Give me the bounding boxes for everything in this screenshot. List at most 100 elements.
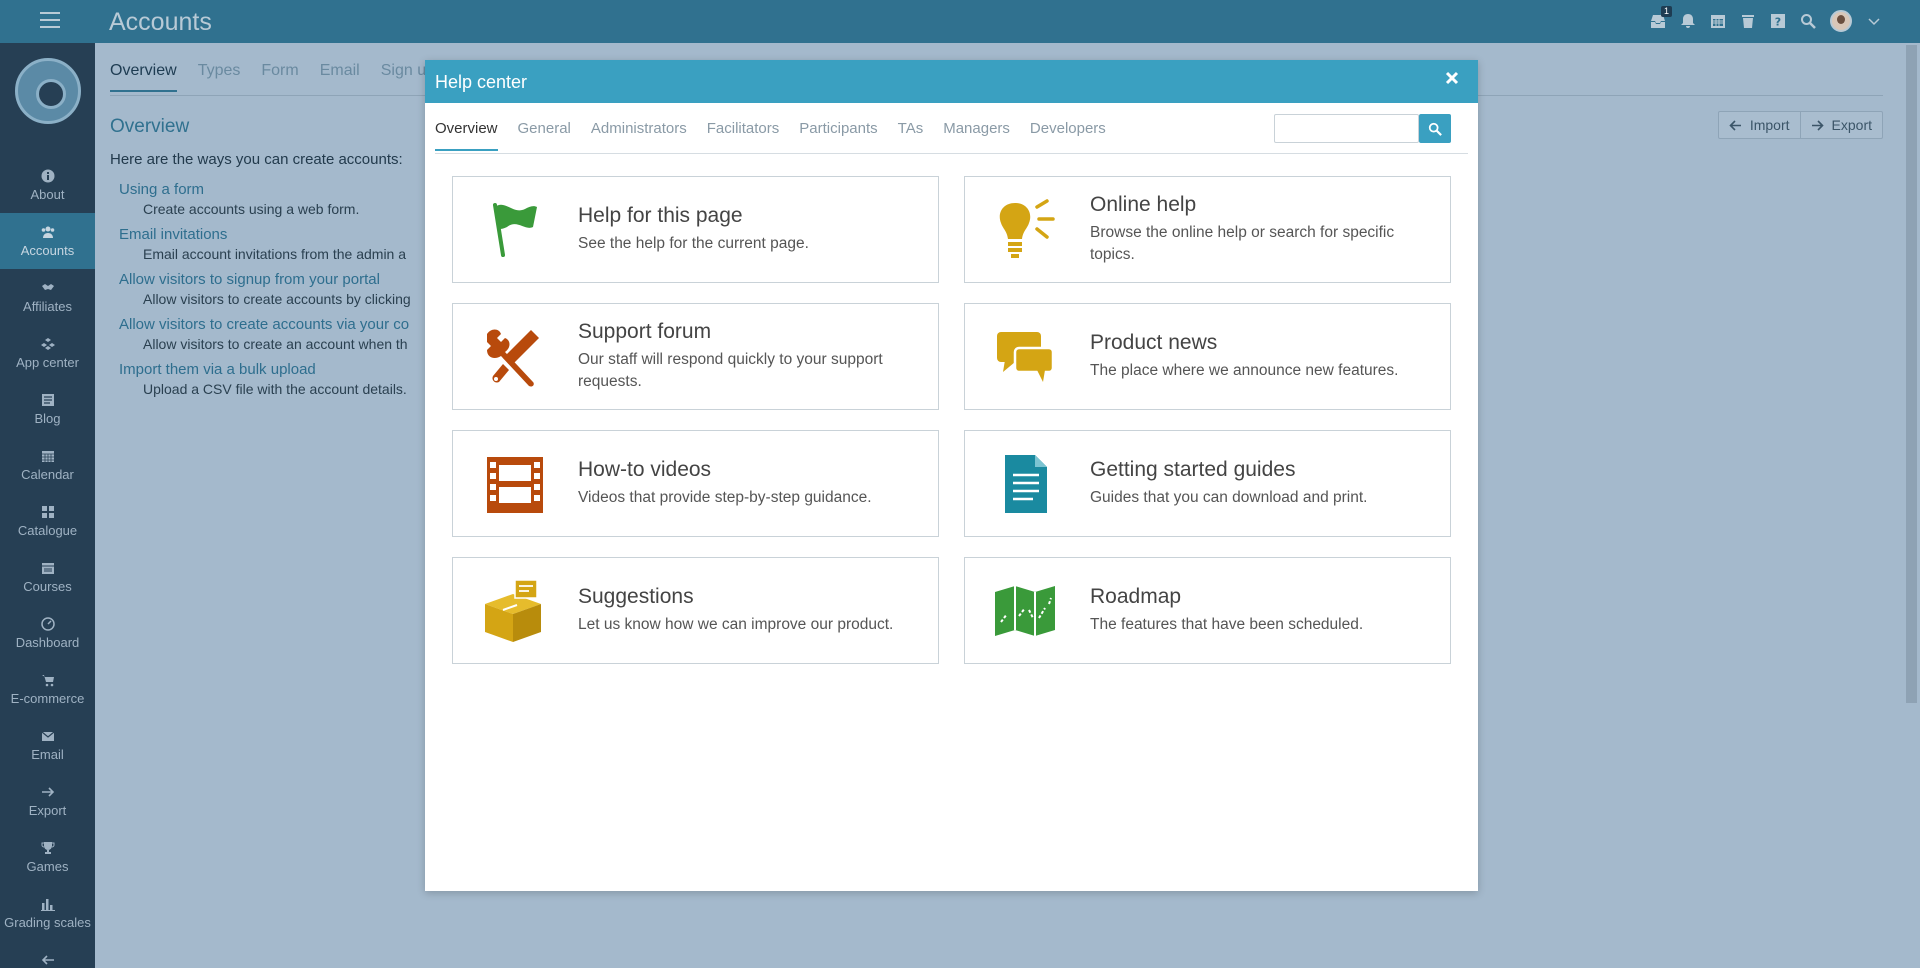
sidebar-item-e-commerce[interactable]: E-commerce	[0, 661, 95, 717]
search-input[interactable]	[1274, 114, 1419, 143]
import-label: Import	[1749, 117, 1790, 133]
sidebar-item-label: App center	[16, 355, 79, 370]
logo[interactable]	[15, 58, 81, 124]
sidebar-item-dashboard[interactable]: Dashboard	[0, 605, 95, 661]
tab-managers[interactable]: Managers	[943, 120, 1010, 151]
close-icon[interactable]	[1444, 70, 1464, 90]
suggestion-box-icon	[481, 578, 545, 644]
page-intro: Here are the ways you can create account…	[110, 151, 403, 168]
card-title: How-to videos	[578, 458, 712, 481]
tabs-divider	[435, 153, 1468, 154]
help-card-product-news[interactable]: Product news The place where we announce…	[964, 303, 1451, 410]
modal-header: Help center	[425, 60, 1478, 103]
sidebar-item-email[interactable]: Email	[0, 717, 95, 773]
help-card-getting-started-guides[interactable]: Getting started guides Guides that you c…	[964, 430, 1451, 537]
sidebar-item-label: Calendar	[21, 467, 74, 482]
sidebar-item-courses[interactable]: Courses	[0, 549, 95, 605]
sidebar-item-games[interactable]: Games	[0, 829, 95, 885]
cart-icon	[41, 673, 55, 687]
document-icon	[993, 451, 1057, 517]
envelope-icon	[41, 729, 55, 743]
trophy-icon	[41, 841, 55, 855]
sidebar-item-affiliates[interactable]: Affiliates	[0, 269, 95, 325]
scrollbar-thumb[interactable]	[1906, 45, 1917, 703]
search-button[interactable]	[1419, 114, 1451, 143]
sidebar-item-about[interactable]: About	[0, 157, 95, 213]
sidebar-item-export[interactable]: Export	[0, 773, 95, 829]
arrow-left-icon	[41, 953, 55, 967]
help-card-online-help[interactable]: Online help Browse the online help or se…	[964, 176, 1451, 283]
sidebar-item-label: Courses	[23, 579, 72, 594]
film-icon	[481, 451, 545, 517]
handshake-icon	[41, 281, 55, 295]
card-title: Online help	[1090, 193, 1197, 216]
card-title: Support forum	[578, 320, 712, 343]
tab-email[interactable]: Email	[320, 62, 360, 92]
tab-overview[interactable]: Overview	[110, 62, 177, 92]
import-button[interactable]: Import	[1719, 112, 1800, 138]
dashboard-icon	[40, 617, 55, 631]
tab-administrators[interactable]: Administrators	[591, 120, 687, 151]
search-icon[interactable]	[1800, 13, 1816, 29]
top-bar: Accounts 1 ?	[0, 0, 1920, 43]
sidebar-item-label: Email	[31, 747, 64, 762]
page-scrollbar[interactable]	[1903, 43, 1920, 968]
sidebar-item-label: Accounts	[20, 243, 75, 258]
tab-general[interactable]: General	[518, 120, 571, 151]
help-card-suggestions[interactable]: Suggestions Let us know how we can impro…	[452, 557, 939, 664]
help-icon[interactable]: ?	[1770, 13, 1786, 29]
tab-participants[interactable]: Participants	[799, 120, 877, 151]
tab-types[interactable]: Types	[198, 62, 241, 92]
sidebar-item-accounts[interactable]: Accounts	[0, 213, 95, 269]
help-card-how-to-videos[interactable]: How-to videos Videos that provide step-b…	[452, 430, 939, 537]
tab-facilitators[interactable]: Facilitators	[707, 120, 780, 151]
notification-badge: 1	[1660, 6, 1672, 17]
sidebar-item-import[interactable]: Import	[0, 941, 95, 968]
page-tabs: Overview Types Form Email Sign up	[110, 62, 435, 92]
help-card-support-forum[interactable]: Support forum Our staff will respond qui…	[452, 303, 939, 410]
sidebar-item-label: Affiliates	[23, 299, 72, 314]
courses-icon	[41, 561, 55, 575]
help-card-roadmap[interactable]: Roadmap The features that have been sche…	[964, 557, 1451, 664]
hamburger-menu-icon[interactable]	[40, 12, 60, 30]
avatar[interactable]	[1830, 10, 1852, 32]
blog-icon	[41, 393, 55, 407]
modal-title: Help center	[435, 72, 528, 92]
sidebar: About Accounts Affiliates App center Blog Cal…	[0, 43, 95, 968]
sidebar-item-blog[interactable]: Blog	[0, 381, 95, 437]
tab-form[interactable]: Form	[261, 62, 298, 92]
sidebar-item-calendar[interactable]: Calendar	[0, 437, 95, 493]
card-description: Guides that you can download and print.	[1090, 489, 1368, 506]
arrow-right-icon	[1811, 119, 1824, 131]
tab-tas[interactable]: TAs	[898, 120, 924, 151]
card-description: The features that have been scheduled.	[1090, 616, 1364, 633]
bell-icon[interactable]	[1680, 13, 1696, 29]
trash-icon[interactable]	[1740, 13, 1756, 29]
cubes-icon	[40, 337, 55, 351]
sidebar-item-grading-scales[interactable]: Grading scales	[0, 885, 95, 941]
sidebar-item-label: About	[30, 187, 65, 202]
tab-developers[interactable]: Developers	[1030, 120, 1106, 151]
card-description: See the help for the current page.	[578, 235, 809, 252]
export-label: Export	[1831, 117, 1872, 133]
tools-icon	[481, 324, 545, 390]
card-description: Let us know how we can improve our produ…	[578, 616, 894, 633]
chat-bubbles-icon	[993, 324, 1057, 390]
tab-overview[interactable]: Overview	[435, 120, 498, 151]
chevron-down-icon[interactable]	[1866, 13, 1882, 29]
sidebar-item-catalogue[interactable]: Catalogue	[0, 493, 95, 549]
inbox-icon[interactable]: 1	[1650, 6, 1672, 29]
card-description: Our staff will respond quickly to your s…	[578, 351, 883, 390]
sidebar-item-label: Export	[28, 803, 67, 818]
calendar-icon[interactable]	[1710, 13, 1726, 29]
card-description: The place where we announce new features…	[1090, 362, 1399, 379]
help-card-this-page[interactable]: Help for this page See the help for the …	[452, 176, 939, 283]
sidebar-item-app-center[interactable]: App center	[0, 325, 95, 381]
modal-tabs: Overview General Administrators Facilita…	[435, 120, 1106, 151]
card-title: Getting started guides	[1090, 458, 1296, 481]
card-description: Browse the online help or search for spe…	[1090, 224, 1395, 263]
arrow-right-icon	[41, 785, 55, 799]
sidebar-item-label: E-commerce	[10, 691, 85, 706]
export-button[interactable]: Export	[1799, 112, 1882, 138]
help-center-modal: Help center Overview General Administrat…	[425, 60, 1478, 891]
